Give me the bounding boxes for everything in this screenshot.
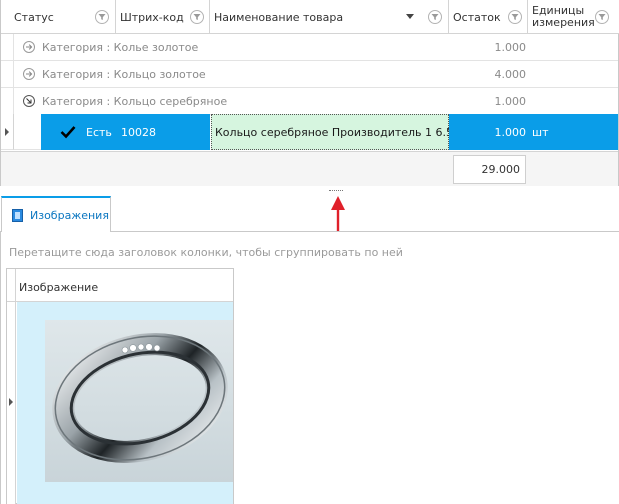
group-by-panel[interactable]: Перетащите сюда заголовок колонки, чтобы… [1, 232, 619, 268]
image-cell[interactable] [17, 302, 233, 504]
current-row-icon [9, 398, 13, 406]
cell-barcode-text: 10028 [121, 125, 156, 139]
grid-footer: 29.000 [1, 151, 618, 186]
expand-group-icon[interactable] [23, 68, 35, 80]
cell-remainder-unit[interactable]: 1.000 шт [449, 114, 618, 150]
group-row[interactable]: Категория : Колье золотое 1.000 [1, 34, 618, 61]
table-row[interactable] [7, 302, 233, 504]
group-row[interactable]: Категория : Кольцо золотое 4.000 [1, 61, 618, 88]
row-indicator [1, 61, 14, 87]
checkmark-icon [60, 126, 76, 139]
column-header-barcode-label: Штрих-код [120, 10, 184, 24]
images-grid: Изображение [6, 268, 234, 504]
column-header-barcode[interactable]: Штрих-код [116, 0, 210, 34]
images-grid-header: Изображение [7, 269, 233, 302]
group-row[interactable]: Категория : Кольцо серебряное 1.000 [1, 88, 618, 115]
filter-icon[interactable] [190, 10, 204, 24]
filter-icon[interactable] [95, 10, 109, 24]
column-header-remainder[interactable]: Остаток [449, 0, 528, 34]
group-total: 1.000 [494, 41, 527, 54]
group-label: Категория : Кольцо серебряное [42, 95, 228, 108]
collapse-group-icon[interactable] [23, 95, 35, 107]
products-grid: Статус Штрих-код Наименование товара Ост… [0, 0, 619, 186]
grid-header: Статус Штрих-код Наименование товара Ост… [1, 0, 619, 34]
group-label: Категория : Колье золотое [42, 41, 199, 54]
row-indicator [7, 302, 16, 504]
tab-bar: Изображения [0, 196, 619, 233]
cell-unit-text: шт [532, 125, 549, 139]
row-indicator [1, 114, 14, 150]
expand-group-icon[interactable] [23, 41, 35, 53]
group-by-hint: Перетащите сюда заголовок колонки, чтобы… [9, 246, 403, 259]
silver-ring-image [52, 333, 228, 463]
total-remainder-value: 29.000 [481, 163, 521, 176]
sort-descending-icon [406, 14, 414, 19]
row-indicator [1, 88, 14, 114]
group-total: 4.000 [494, 68, 527, 81]
column-header-status-label: Статус [14, 10, 54, 24]
cell-remainder-text: 1.000 [494, 125, 527, 139]
cell-name[interactable]: Кольцо серебряное Производитель 1 6.54 г… [211, 114, 473, 150]
cell-barcode[interactable]: 10028 [116, 114, 210, 150]
cell-name-text: Кольцо серебряное Производитель 1 6.54 г… [215, 125, 473, 139]
filter-icon[interactable] [508, 10, 522, 24]
tab-images-label: Изображения [30, 208, 109, 222]
column-header-name[interactable]: Наименование товара [210, 0, 449, 34]
group-label: Категория : Кольцо золотое [42, 68, 206, 81]
table-row-selected[interactable]: Есть 10028 Кольцо серебряное Производите… [1, 114, 618, 150]
tab-images[interactable]: Изображения [1, 196, 111, 233]
row-indicator [1, 34, 14, 60]
column-header-name-label: Наименование товара [214, 10, 344, 24]
group-total: 1.000 [494, 95, 527, 108]
total-remainder: 29.000 [453, 155, 526, 184]
column-header-image[interactable]: Изображение [19, 281, 98, 294]
splitter[interactable] [0, 186, 619, 194]
images-panel: Перетащите сюда заголовок колонки, чтобы… [0, 232, 619, 504]
filter-icon[interactable] [595, 10, 609, 24]
column-header-status[interactable]: Статус [1, 0, 116, 34]
splitter-grip[interactable] [329, 190, 343, 192]
current-row-icon [5, 128, 9, 136]
cell-status[interactable]: Есть [41, 114, 116, 150]
column-header-remainder-label: Остаток [453, 10, 501, 24]
column-header-unit-line2: измерения [532, 16, 595, 29]
filter-icon[interactable] [428, 10, 442, 24]
ring-photo [45, 320, 233, 482]
column-header-unit[interactable]: Единицы измерения [528, 0, 618, 34]
image-book-icon [12, 208, 23, 222]
cell-status-text: Есть [86, 125, 112, 139]
